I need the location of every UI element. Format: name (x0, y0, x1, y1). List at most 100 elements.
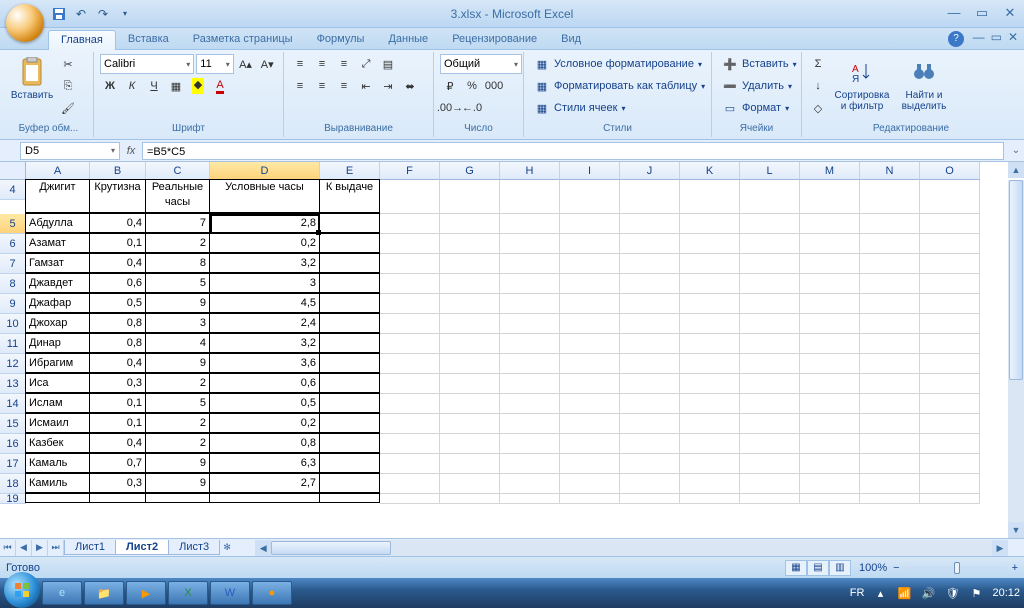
cell-E13[interactable] (319, 373, 380, 393)
zoom-out-button[interactable]: − (893, 562, 899, 574)
cell-D5[interactable]: 2,8 (209, 213, 320, 233)
cell-empty[interactable] (680, 234, 740, 254)
cell-empty[interactable] (860, 234, 920, 254)
align-center-button[interactable]: ≡ (312, 76, 332, 96)
align-right-button[interactable]: ≡ (334, 76, 354, 96)
cell-empty[interactable] (380, 454, 440, 474)
cell-empty[interactable] (680, 274, 740, 294)
cell-empty[interactable] (740, 394, 800, 414)
row-header-18[interactable]: 18 (0, 474, 26, 494)
cell-empty[interactable] (860, 314, 920, 334)
cell-empty[interactable] (500, 454, 560, 474)
cell-empty[interactable] (380, 474, 440, 494)
cell-C9[interactable]: 9 (145, 293, 210, 313)
cell-empty[interactable] (680, 414, 740, 434)
cell-empty[interactable] (620, 414, 680, 434)
cell-empty[interactable] (319, 493, 380, 503)
currency-button[interactable]: ₽ (440, 76, 460, 96)
orientation-button[interactable]: ⤢ (356, 54, 376, 74)
cell-B16[interactable]: 0,4 (89, 433, 146, 453)
cell-empty[interactable] (680, 494, 740, 504)
align-top-button[interactable]: ≡ (290, 54, 310, 74)
cell-D12[interactable]: 3,6 (209, 353, 320, 373)
cell-empty[interactable] (500, 334, 560, 354)
col-header-J[interactable]: J (620, 162, 680, 180)
col-header-A[interactable]: A (26, 162, 90, 180)
cell-empty[interactable] (440, 334, 500, 354)
increase-decimal-button[interactable]: .00→ (440, 98, 460, 118)
horizontal-scrollbar[interactable]: ◀ ▶ (255, 540, 1008, 556)
cell-empty[interactable] (740, 234, 800, 254)
cell-B9[interactable]: 0,5 (89, 293, 146, 313)
cell-empty[interactable] (440, 294, 500, 314)
cell-empty[interactable] (800, 234, 860, 254)
name-box[interactable]: D5▾ (20, 142, 120, 160)
tray-shield-icon[interactable]: 🛡 (944, 585, 960, 601)
sheet-tab-1[interactable]: Лист2 (115, 540, 169, 555)
cell-D9[interactable]: 4,5 (209, 293, 320, 313)
cell-D8[interactable]: 3 (209, 273, 320, 293)
cell-empty[interactable] (680, 354, 740, 374)
cell-empty[interactable] (560, 234, 620, 254)
cell-C10[interactable]: 3 (145, 313, 210, 333)
cell-B11[interactable]: 0,8 (89, 333, 146, 353)
sheet-nav-next[interactable]: ▶ (32, 540, 48, 556)
cell-empty[interactable] (620, 494, 680, 504)
cell-empty[interactable] (440, 180, 500, 214)
cell-empty[interactable] (380, 314, 440, 334)
cell-empty[interactable] (740, 414, 800, 434)
cell-D15[interactable]: 0,2 (209, 413, 320, 433)
cell-empty[interactable] (440, 414, 500, 434)
taskbar-excel[interactable]: X (168, 581, 208, 605)
start-button[interactable] (4, 572, 40, 608)
col-header-G[interactable]: G (440, 162, 500, 180)
cell-B13[interactable]: 0,3 (89, 373, 146, 393)
cell-empty[interactable] (500, 394, 560, 414)
cell-empty[interactable] (920, 474, 980, 494)
cell-empty[interactable] (740, 180, 800, 214)
cell-B10[interactable]: 0,8 (89, 313, 146, 333)
cell-empty[interactable] (500, 434, 560, 454)
row-header-14[interactable]: 14 (0, 394, 26, 414)
cell-B4[interactable]: Крутизна (89, 179, 146, 213)
scroll-left-arrow[interactable]: ◀ (255, 540, 271, 556)
cell-E18[interactable] (319, 473, 380, 493)
cell-empty[interactable] (740, 214, 800, 234)
cell-empty[interactable] (560, 454, 620, 474)
scroll-up-arrow[interactable]: ▲ (1008, 162, 1024, 178)
row-header-13[interactable]: 13 (0, 374, 26, 394)
merge-button[interactable]: ⬌ (400, 76, 420, 96)
cell-empty[interactable] (620, 434, 680, 454)
tray-clock[interactable]: 20:12 (992, 587, 1020, 599)
row-header-11[interactable]: 11 (0, 334, 26, 354)
cell-D13[interactable]: 0,6 (209, 373, 320, 393)
percent-button[interactable]: % (462, 76, 482, 96)
cell-empty[interactable] (560, 334, 620, 354)
window-minimize[interactable]: — (940, 5, 968, 23)
cell-empty[interactable] (860, 214, 920, 234)
cell-empty[interactable] (860, 374, 920, 394)
cell-empty[interactable] (560, 314, 620, 334)
cell-empty[interactable] (740, 334, 800, 354)
cell-empty[interactable] (440, 274, 500, 294)
cell-E4[interactable]: К выдаче (319, 179, 380, 213)
cell-empty[interactable] (680, 334, 740, 354)
cell-empty[interactable] (380, 214, 440, 234)
cell-empty[interactable] (560, 474, 620, 494)
cell-D18[interactable]: 2,7 (209, 473, 320, 493)
scroll-right-arrow[interactable]: ▶ (992, 540, 1008, 556)
format-painter-button[interactable]: 🖌 (58, 98, 78, 118)
cell-empty[interactable] (800, 180, 860, 214)
cell-empty[interactable] (440, 494, 500, 504)
cell-A12[interactable]: Ибрагим (25, 353, 90, 373)
cell-C14[interactable]: 5 (145, 393, 210, 413)
qat-save[interactable] (50, 5, 68, 23)
cell-empty[interactable] (860, 454, 920, 474)
col-header-O[interactable]: O (920, 162, 980, 180)
comma-button[interactable]: 000 (484, 76, 504, 96)
paste-button[interactable]: Вставить (10, 54, 54, 103)
cell-empty[interactable] (380, 414, 440, 434)
col-header-K[interactable]: K (680, 162, 740, 180)
cell-D11[interactable]: 3,2 (209, 333, 320, 353)
cell-empty[interactable] (740, 274, 800, 294)
